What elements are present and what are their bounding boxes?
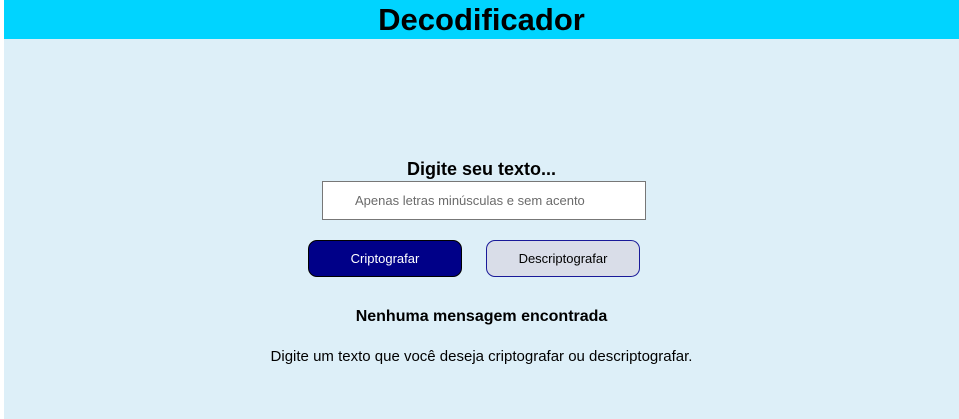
- encrypt-button[interactable]: Criptografar: [308, 240, 462, 277]
- text-input[interactable]: [322, 181, 646, 220]
- empty-message-title: Nenhuma mensagem encontrada: [355, 308, 608, 325]
- decrypt-button[interactable]: Descriptografar: [486, 240, 640, 277]
- page: Decodificador Digite seu texto... Cripto…: [4, 0, 959, 419]
- empty-message-description: Digite um texto que você deseja criptogr…: [270, 348, 693, 365]
- main-content: Digite seu texto... Criptografar Descrip…: [4, 0, 959, 419]
- input-prompt-label: Digite seu texto...: [406, 159, 557, 179]
